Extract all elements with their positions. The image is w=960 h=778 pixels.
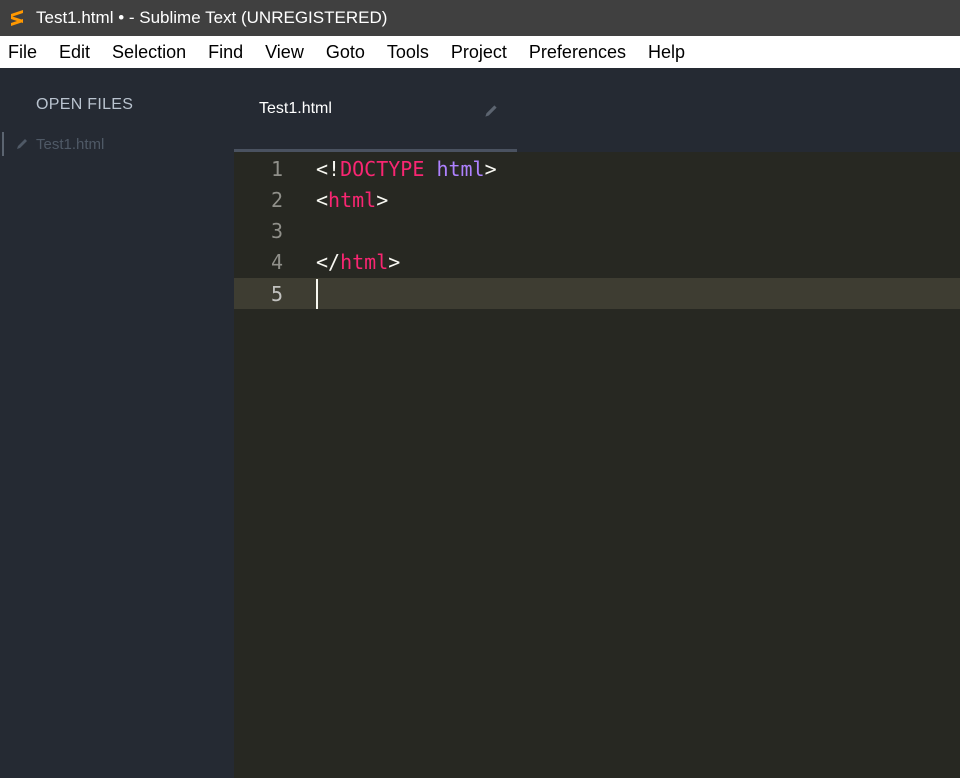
menu-goto[interactable]: Goto: [315, 42, 376, 63]
code-token: <!: [316, 156, 341, 181]
line-number: 4: [270, 250, 283, 275]
code-token: >: [484, 156, 497, 181]
code-token: >: [376, 187, 389, 212]
window-title: Test1.html • - Sublime Text (UNREGISTERE…: [36, 8, 388, 27]
code-line[interactable]: 4 </html>: [234, 247, 960, 278]
code-text: <html>: [316, 188, 388, 212]
code-text: </html>: [316, 250, 400, 274]
menu-project[interactable]: Project: [440, 42, 518, 63]
line-number: 1: [270, 156, 283, 181]
tab-strip: Test1.html: [234, 68, 960, 152]
code-token: DOCTYPE: [340, 156, 425, 181]
active-file-marker: [2, 132, 4, 156]
code-line[interactable]: 3: [234, 216, 960, 247]
pencil-icon[interactable]: [482, 102, 500, 120]
open-files-heading: OPEN FILES: [36, 96, 134, 113]
text-cursor: [316, 278, 318, 309]
sidebar: OPEN FILES Test1.html: [0, 68, 234, 778]
menu-view[interactable]: View: [254, 42, 315, 63]
menu-selection[interactable]: Selection: [101, 42, 197, 63]
sublime-text-icon: [8, 7, 26, 29]
code-token: >: [388, 250, 401, 275]
code-line[interactable]: 5: [234, 278, 960, 310]
code-line[interactable]: 2 <html>: [234, 184, 960, 215]
code-token: html: [436, 156, 485, 181]
tab-test1[interactable]: Test1.html: [234, 68, 517, 152]
pencil-icon: [14, 136, 30, 152]
code-editor[interactable]: 1 <!DOCTYPE html> 2 <html> 3 4 </html> 5: [234, 152, 960, 778]
line-number: 2: [270, 187, 283, 212]
sublime-window: Test1.html • - Sublime Text (UNREGISTERE…: [0, 0, 960, 778]
code-token: html: [328, 187, 377, 212]
menu-find[interactable]: Find: [197, 42, 254, 63]
menu-bar: File Edit Selection Find View Goto Tools…: [0, 36, 960, 69]
code-token: </: [316, 250, 341, 275]
menu-edit[interactable]: Edit: [48, 42, 101, 63]
tab-label: Test1.html: [259, 100, 332, 117]
line-number: 3: [270, 219, 283, 244]
title-bar: Test1.html • - Sublime Text (UNREGISTERE…: [0, 0, 960, 36]
sidebar-file-label: Test1.html: [36, 135, 105, 153]
code-text: <!DOCTYPE html>: [316, 157, 497, 181]
code-token: html: [340, 250, 389, 275]
menu-preferences[interactable]: Preferences: [518, 42, 637, 63]
menu-file[interactable]: File: [0, 42, 48, 63]
code-text: [316, 278, 318, 309]
sidebar-file-test1[interactable]: Test1.html: [0, 130, 234, 158]
code-token: <: [316, 187, 329, 212]
line-number: 5: [270, 281, 283, 306]
menu-tools[interactable]: Tools: [376, 42, 440, 63]
code-line[interactable]: 1 <!DOCTYPE html>: [234, 153, 960, 184]
menu-help[interactable]: Help: [637, 42, 696, 63]
